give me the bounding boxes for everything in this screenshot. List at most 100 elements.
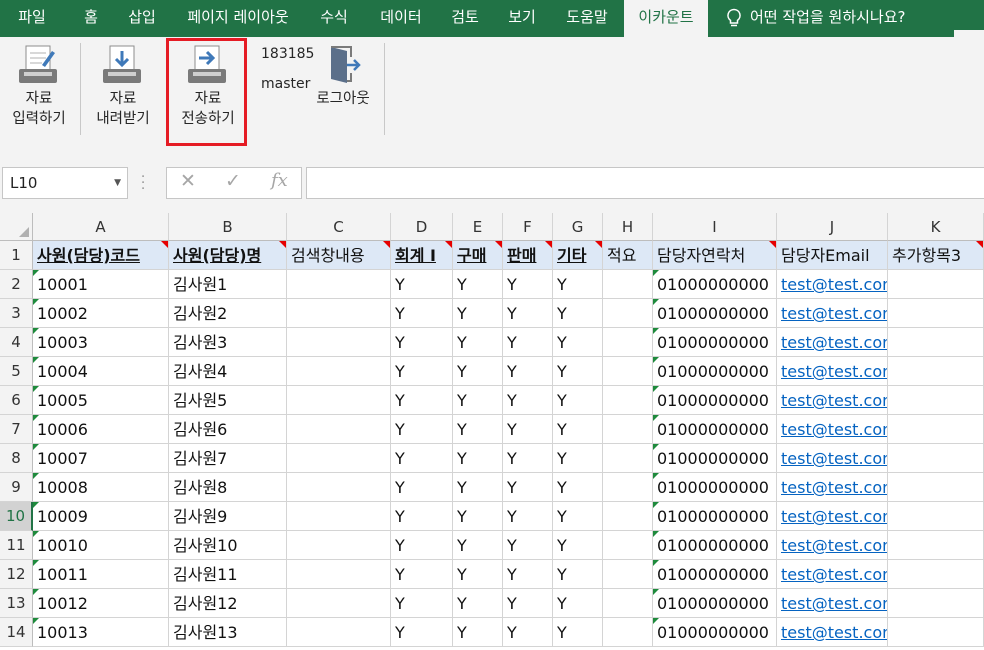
header-cell[interactable]: 사원(담당)코드 [33,241,169,270]
row-header-13[interactable]: 13 [0,589,33,618]
table-cell[interactable]: 김사원6 [169,415,287,444]
table-cell[interactable]: 01000000000 [653,502,777,531]
table-cell[interactable]: test@test.com [777,386,888,415]
table-cell[interactable]: test@test.com [777,589,888,618]
table-cell[interactable]: Y [553,299,603,328]
table-cell[interactable] [287,589,391,618]
table-cell[interactable]: 10011 [33,560,169,589]
table-cell[interactable]: Y [453,270,503,299]
table-cell[interactable]: 김사원7 [169,444,287,473]
table-cell[interactable]: 01000000000 [653,357,777,386]
header-cell[interactable]: 담당자Email [777,241,888,270]
table-cell[interactable] [287,328,391,357]
row-header-12[interactable]: 12 [0,560,33,589]
table-cell[interactable] [287,299,391,328]
tab-formulas[interactable]: 수식 [312,0,356,37]
column-header-j[interactable]: J [777,213,888,241]
table-cell[interactable]: 01000000000 [653,328,777,357]
table-cell[interactable]: Y [391,589,453,618]
tab-insert[interactable]: 삽입 [118,0,166,37]
tab-view[interactable]: 보기 [500,0,544,37]
enter-check-icon[interactable]: ✓ [225,170,241,192]
table-cell[interactable]: 01000000000 [653,270,777,299]
table-cell[interactable]: Y [503,270,553,299]
table-cell[interactable]: 10003 [33,328,169,357]
table-cell[interactable]: Y [553,531,603,560]
table-cell[interactable] [888,299,984,328]
table-cell[interactable]: 01000000000 [653,444,777,473]
table-cell[interactable]: Y [553,618,603,647]
column-header-i[interactable]: I [653,213,777,241]
row-header-6[interactable]: 6 [0,386,33,415]
table-cell[interactable]: 김사원3 [169,328,287,357]
table-cell[interactable]: Y [391,270,453,299]
data-input-button[interactable]: 자료 입력하기 [6,43,72,129]
table-cell[interactable]: 10005 [33,386,169,415]
grip-dots-icon[interactable]: · · · [141,171,145,196]
select-all-corner[interactable] [0,213,33,241]
table-cell[interactable] [603,560,653,589]
table-cell[interactable]: Y [391,531,453,560]
table-cell[interactable]: 01000000000 [653,299,777,328]
table-cell[interactable]: test@test.com [777,560,888,589]
table-cell[interactable]: 김사원2 [169,299,287,328]
table-cell[interactable]: Y [553,444,603,473]
table-cell[interactable]: Y [503,502,553,531]
table-cell[interactable] [603,415,653,444]
table-cell[interactable]: 김사원5 [169,386,287,415]
tab-help[interactable]: 도움말 [556,0,618,37]
table-cell[interactable]: Y [391,502,453,531]
table-cell[interactable]: Y [553,328,603,357]
table-cell[interactable] [603,618,653,647]
column-header-b[interactable]: B [169,213,287,241]
table-cell[interactable] [888,357,984,386]
table-cell[interactable]: Y [391,328,453,357]
table-cell[interactable]: 01000000000 [653,415,777,444]
chevron-down-icon[interactable]: ▼ [114,168,121,198]
table-cell[interactable] [888,531,984,560]
table-cell[interactable] [888,386,984,415]
table-cell[interactable] [888,618,984,647]
header-cell[interactable]: 회계 I [391,241,453,270]
logout-button[interactable]: 로그아웃 [310,43,376,109]
table-cell[interactable]: 김사원11 [169,560,287,589]
data-download-button[interactable]: 자료 내려받기 [90,43,156,129]
table-cell[interactable]: 김사원4 [169,357,287,386]
table-cell[interactable] [287,386,391,415]
table-cell[interactable]: Y [503,444,553,473]
tab-review[interactable]: 검토 [442,0,488,37]
table-cell[interactable] [603,531,653,560]
row-header-3[interactable]: 3 [0,299,33,328]
table-cell[interactable]: test@test.com [777,444,888,473]
header-cell[interactable]: 판매 [503,241,553,270]
table-cell[interactable]: Y [453,531,503,560]
column-header-f[interactable]: F [503,213,553,241]
table-cell[interactable] [888,415,984,444]
table-cell[interactable] [287,415,391,444]
header-cell[interactable]: 추가항목3 [888,241,984,270]
table-cell[interactable]: Y [453,560,503,589]
table-cell[interactable]: 10004 [33,357,169,386]
name-box[interactable]: L10 ▼ [2,167,128,199]
table-cell[interactable]: Y [391,444,453,473]
column-header-h[interactable]: H [603,213,653,241]
table-cell[interactable] [603,589,653,618]
row-header-11[interactable]: 11 [0,531,33,560]
table-cell[interactable]: 김사원13 [169,618,287,647]
tab-home[interactable]: 홈 [68,0,114,37]
table-cell[interactable]: test@test.com [777,270,888,299]
row-header-1[interactable]: 1 [0,241,33,270]
table-cell[interactable] [287,502,391,531]
column-header-d[interactable]: D [391,213,453,241]
table-cell[interactable] [603,299,653,328]
table-cell[interactable]: test@test.com [777,415,888,444]
table-cell[interactable]: 10001 [33,270,169,299]
table-cell[interactable]: test@test.com [777,502,888,531]
table-cell[interactable]: Y [391,415,453,444]
table-cell[interactable]: Y [391,386,453,415]
table-cell[interactable]: Y [453,386,503,415]
table-cell[interactable] [603,270,653,299]
table-cell[interactable]: 01000000000 [653,473,777,502]
table-cell[interactable] [603,386,653,415]
header-cell[interactable]: 담당자연락처 [653,241,777,270]
